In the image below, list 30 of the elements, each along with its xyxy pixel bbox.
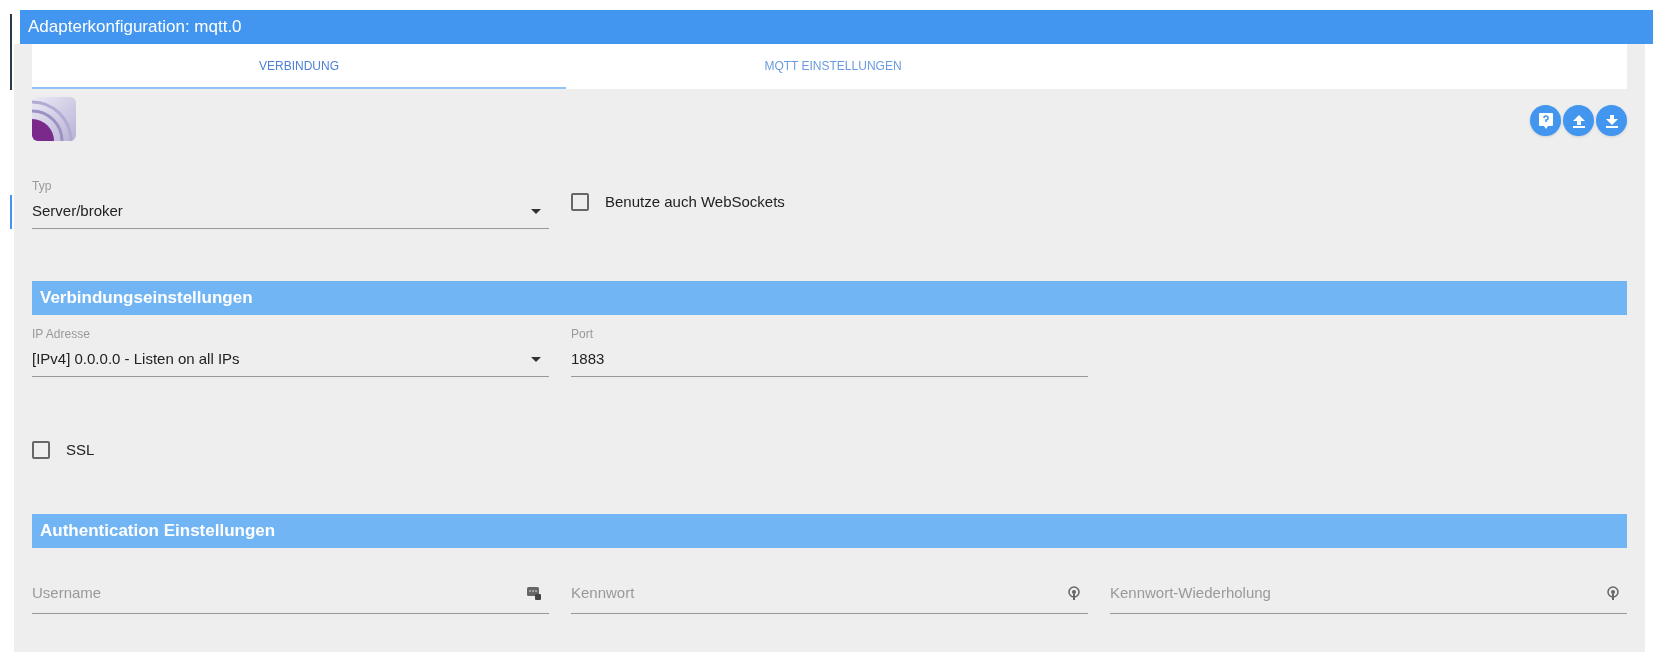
type-select[interactable]: Server/broker (32, 195, 549, 229)
download-button[interactable] (1596, 105, 1627, 136)
tab[interactable]: VERBINDUNG (32, 44, 566, 89)
help-button[interactable] (1530, 105, 1561, 136)
input-field[interactable]: Username (32, 573, 549, 614)
field-label: Port (571, 326, 594, 343)
section-header: Authentication Einstellungen (32, 513, 1627, 548)
input-field[interactable]: Kennwort-Wiederholung (1110, 573, 1627, 614)
port-field[interactable]: 1883 (571, 343, 1088, 377)
caret-icon (531, 357, 541, 362)
download-icon (1604, 113, 1619, 128)
key-icon (1607, 586, 1619, 600)
checkbox[interactable] (571, 193, 589, 212)
field-label: IP Adresse (32, 326, 91, 343)
ip-select[interactable]: [IPv4] 0.0.0.0 - Listen on all IPs (32, 343, 549, 377)
checkbox[interactable] (32, 441, 50, 460)
upload-icon (1571, 113, 1586, 128)
keyboard-icon (527, 586, 541, 600)
input-field[interactable]: Kennwort (571, 573, 1088, 614)
logo-icon (32, 97, 76, 141)
checkbox-label: SSL (66, 440, 95, 460)
upload-button[interactable] (1563, 105, 1594, 136)
field-label: Typ (32, 178, 53, 195)
section-header: Verbindungseinstellungen (32, 281, 1627, 315)
key-icon (1068, 586, 1080, 600)
tab[interactable]: MQTT EINSTELLUNGEN (566, 44, 1100, 89)
checkbox-label: Benutze auch WebSockets (605, 192, 785, 212)
window-title: Adapterkonfiguration: mqtt.0 (20, 10, 1653, 44)
help-icon (1538, 112, 1553, 129)
caret-icon (531, 209, 541, 214)
